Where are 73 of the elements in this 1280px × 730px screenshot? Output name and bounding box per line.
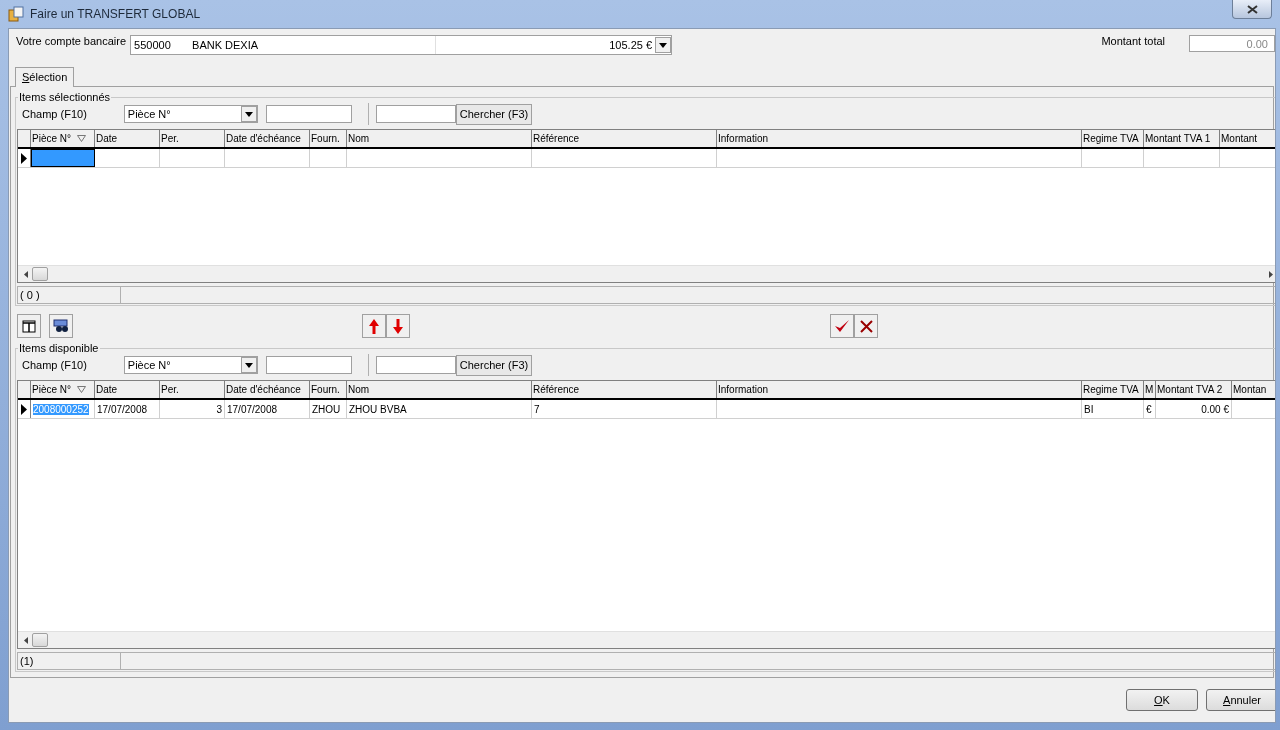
check-icon [834, 319, 850, 333]
table-cell: 7 [532, 400, 717, 418]
search-button[interactable]: Chercher (F3) [455, 103, 533, 125]
column-header[interactable]: Regime TVA [1082, 381, 1144, 398]
column-header[interactable]: Date [95, 130, 160, 147]
column-header[interactable]: Fourn. [310, 130, 347, 147]
dialog-button[interactable]: Annuler [1206, 689, 1275, 711]
tab[interactable]: Sélection [15, 67, 75, 87]
column-header[interactable]: Nom [347, 130, 532, 147]
column-header[interactable]: Référence [532, 381, 717, 398]
column-header[interactable]: Date d'échéance [225, 381, 310, 398]
column-header[interactable]: Per. [160, 381, 225, 398]
record-count: (1) [18, 653, 121, 669]
record-count: ( 0 ) [18, 287, 121, 303]
group-title: Items sélectionnés [18, 91, 112, 103]
table-cell: 2008000252 [31, 400, 95, 418]
confirm-button[interactable] [830, 314, 854, 338]
window-title: Faire un TRANSFERT GLOBAL [30, 7, 201, 21]
field-label: Champ (F10) [22, 108, 87, 120]
group-title: Items disponible [18, 342, 100, 354]
table-cell: 3 [160, 400, 225, 418]
column-header[interactable]: Per. [160, 130, 225, 147]
down-arrow-icon [393, 318, 403, 334]
search-field[interactable] [375, 105, 456, 123]
close-button[interactable] [1232, 0, 1272, 19]
column-header[interactable]: Montan [1232, 381, 1275, 398]
move-up-button[interactable] [362, 314, 386, 338]
column-header[interactable]: Date [95, 381, 160, 398]
move-down-button[interactable] [386, 314, 410, 338]
caret-icon [244, 362, 253, 368]
table-cell: ZHOU [310, 400, 347, 418]
field-label: Champ (F10) [22, 359, 87, 371]
table-cell: € [1144, 400, 1156, 418]
find-button[interactable] [49, 314, 73, 338]
caret-icon [659, 42, 668, 48]
search-field[interactable] [375, 356, 456, 374]
column-header[interactable]: Regime TVA [1082, 130, 1144, 147]
binoculars-icon [53, 319, 69, 333]
column-header[interactable]: M [1144, 381, 1156, 398]
column-header[interactable]: Information [717, 381, 1082, 398]
field-select[interactable]: Pièce N° [123, 105, 258, 123]
column-header[interactable]: Référence [532, 130, 717, 147]
column-header[interactable]: Montant TVA 1 [1144, 130, 1220, 147]
window-icon [8, 6, 24, 22]
field-select[interactable]: Pièce N° [123, 356, 258, 374]
table-cell: ZHOU BVBA [347, 400, 532, 418]
total-field: 0.00 [1189, 35, 1275, 52]
table-cell: BI [1082, 400, 1144, 418]
dialog-button[interactable]: OK [1126, 689, 1198, 711]
column-header[interactable]: Pièce N° [31, 130, 95, 147]
table-cell: 17/07/2008 [95, 400, 160, 418]
search-button[interactable]: Chercher (F3) [455, 354, 533, 376]
filter-field[interactable] [265, 105, 352, 123]
caret-icon [244, 111, 253, 117]
column-header[interactable]: Montant [1220, 130, 1275, 147]
column-header[interactable]: Montant TVA 2 [1156, 381, 1232, 398]
table-cell: 17/07/2008 [225, 400, 310, 418]
up-arrow-icon [369, 318, 379, 334]
column-header[interactable]: Nom [347, 381, 532, 398]
close-icon [1246, 4, 1258, 14]
field-label: Votre compte bancaire [16, 35, 127, 47]
column-header[interactable]: Pièce N° [31, 381, 95, 398]
cross-icon [859, 319, 873, 333]
account-select[interactable]: 550000 BANK DEXIA 105.25 € [130, 35, 673, 55]
field-label: Montant total [1101, 35, 1165, 49]
columns-button[interactable] [17, 314, 41, 338]
column-header[interactable]: Information [717, 130, 1082, 147]
column-header[interactable]: Date d'échéance [225, 130, 310, 147]
filter-field[interactable] [265, 356, 352, 374]
column-header[interactable]: Fourn. [310, 381, 347, 398]
table-cell: 0.00 € [1156, 400, 1232, 418]
columns-icon [22, 319, 36, 333]
cancel-button[interactable] [854, 314, 878, 338]
